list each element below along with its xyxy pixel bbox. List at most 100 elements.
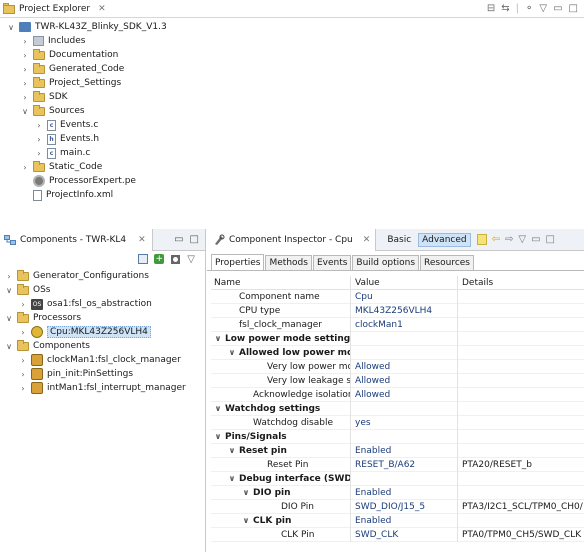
component-tree-item[interactable]: › clockMan1:fsl_clock_manager [18,353,181,367]
component-tree-item[interactable]: ∨ Processors [4,311,81,325]
project-tree-item[interactable]: › Static_Code [20,160,102,174]
subtab-properties[interactable]: Properties [211,254,265,270]
add-component-icon[interactable]: + [154,254,165,264]
property-group-row[interactable]: ∨ CLK pin Enabled [211,513,584,528]
chevron-right-icon[interactable]: › [34,121,44,130]
property-value[interactable]: Allowed [351,373,458,388]
tab-components[interactable]: Components - TWR-KL4 ✕ [0,228,153,251]
back-arrow-icon[interactable]: ⇦ [492,234,500,245]
chevron-down-icon[interactable]: ∨ [213,334,223,343]
project-tree-item[interactable]: › Documentation [20,48,118,62]
advanced-mode-button[interactable]: Advanced [418,232,471,247]
project-tree-item[interactable]: › SDK [20,90,68,104]
subtab-methods[interactable]: Methods [265,255,312,270]
chevron-down-icon[interactable]: ∨ [6,23,16,32]
chevron-right-icon[interactable]: › [34,135,44,144]
property-row[interactable]: CPU type MKL43Z256VLH4 [211,303,584,318]
chevron-down-icon[interactable]: ▽ [518,234,526,245]
property-group-row[interactable]: ∨ Reset pin Enabled [211,443,584,458]
property-value[interactable] [351,401,458,416]
property-value[interactable]: Enabled [351,513,458,528]
property-value[interactable] [351,471,458,486]
property-row[interactable]: CLK Pin SWD_CLK PTA0/TPM0_CH5/SWD_CLK [211,527,584,542]
basic-mode-button[interactable]: Basic [384,234,414,246]
component-tree-item[interactable]: › pin_init:PinSettings [18,367,133,381]
subtab-build-options[interactable]: Build options [352,255,420,270]
tab-project-explorer[interactable]: Project Explorer ✕ [0,0,112,18]
property-value[interactable] [351,345,458,360]
chevron-down-icon[interactable]: ∨ [213,404,223,413]
property-value[interactable]: Allowed [351,387,458,402]
property-value[interactable]: MKL43Z256VLH4 [351,303,458,318]
property-value[interactable]: Enabled [351,443,458,458]
chevron-down-icon[interactable]: ∨ [227,474,237,483]
property-value[interactable]: Allowed [351,359,458,374]
property-row[interactable]: Component name Cpu [211,289,584,304]
subtab-resources[interactable]: Resources [420,255,474,270]
chevron-down-icon[interactable]: ∨ [241,488,251,497]
property-value[interactable]: yes [351,415,458,430]
minimize-icon[interactable]: ▭ [531,234,540,245]
property-group-row[interactable]: ∨ Watchdog settings [211,401,584,416]
property-row[interactable]: Very low leakage stopAllowed [211,373,584,388]
chevron-right-icon[interactable]: › [20,51,30,60]
subtab-events[interactable]: Events [312,255,352,270]
close-icon[interactable]: ✕ [138,235,146,245]
column-header-name[interactable]: Name [211,275,351,290]
chevron-down-icon[interactable]: ∨ [241,516,251,525]
property-group-row[interactable]: ∨Allowed low power modes [211,345,584,360]
close-icon[interactable]: ✕ [98,4,106,14]
link-with-editor-icon[interactable]: ⇆ [501,3,509,14]
maximize-icon[interactable]: □ [190,234,199,245]
property-group-row[interactable]: ∨ Pins/Signals [211,429,584,444]
property-value[interactable]: Cpu [351,289,458,304]
close-icon[interactable]: ✕ [363,235,371,245]
project-tree-item[interactable]: › Includes [20,34,85,48]
chevron-right-icon[interactable]: › [18,356,28,365]
project-tree-item[interactable]: ∨ TWR-KL43Z_Blinky_SDK_V1.3 [6,20,167,34]
property-value[interactable]: Enabled [351,485,458,500]
project-tree-item[interactable]: › c Events.c [34,118,98,132]
property-row[interactable]: Reset Pin RESET_B/A62 PTA20/RESET_b [211,457,584,472]
chevron-right-icon[interactable]: › [20,93,30,102]
property-value[interactable]: SWD_CLK [351,527,458,542]
project-tree-item[interactable]: › h Events.h [34,132,99,146]
collapse-all-icon[interactable] [138,254,149,264]
chevron-down-icon[interactable]: ∨ [4,314,14,323]
property-group-row[interactable]: ∨ Low power mode settings [211,331,584,346]
column-header-details[interactable]: Details [458,276,584,290]
property-value[interactable] [351,429,458,444]
property-row[interactable]: DIO Pin SWD_DIO/J15_5 PTA3/I2C1_SCL/TPM0_C… [211,499,584,514]
minimize-icon[interactable]: ▭ [174,234,183,245]
chevron-down-icon[interactable]: ∨ [4,286,14,295]
property-row[interactable]: Watchdog disable yes [211,415,584,430]
collapse-all-icon[interactable]: ⊟ [487,3,495,14]
property-group-row[interactable]: ∨ Debug interface (SWD) [211,471,584,486]
project-tree-item[interactable]: ProcessorExpert.pe [20,174,136,188]
maximize-icon[interactable]: □ [546,234,555,245]
forward-arrow-icon[interactable]: ⇨ [505,234,513,245]
chevron-right-icon[interactable]: › [18,384,28,393]
component-tree-item[interactable]: ∨ OSs [4,283,51,297]
chevron-down-icon[interactable]: ∨ [213,432,223,441]
project-tree-item[interactable]: ProjectInfo.xml [20,188,113,202]
chevron-right-icon[interactable]: › [20,79,30,88]
project-tree-item[interactable]: › c main.c [34,146,90,160]
chevron-down-icon[interactable]: ▽ [187,254,195,265]
chevron-down-icon[interactable]: ∨ [4,342,14,351]
maximize-icon[interactable]: □ [569,3,578,14]
property-group-row[interactable]: ∨ DIO pin Enabled [211,485,584,500]
chevron-down-icon[interactable]: ∨ [227,446,237,455]
component-tree-item[interactable]: › Cpu:MKL43Z256VLH4 [18,325,151,339]
chevron-right-icon[interactable]: › [18,370,28,379]
column-header-value[interactable]: Value [351,275,458,290]
component-tree-item[interactable]: › OS osa1:fsl_os_abstraction [18,297,152,311]
view-menu-icon[interactable]: ⚬ [525,3,533,14]
minimize-icon[interactable]: ▭ [553,3,562,14]
property-value[interactable] [351,331,458,346]
property-row[interactable]: fsl_clock_manager clockMan1 [211,317,584,332]
chevron-right-icon[interactable]: › [4,272,14,281]
property-row[interactable]: Very low power modesAllowed [211,359,584,374]
chevron-down-icon[interactable]: ▽ [539,3,547,14]
chevron-right-icon[interactable]: › [34,149,44,158]
